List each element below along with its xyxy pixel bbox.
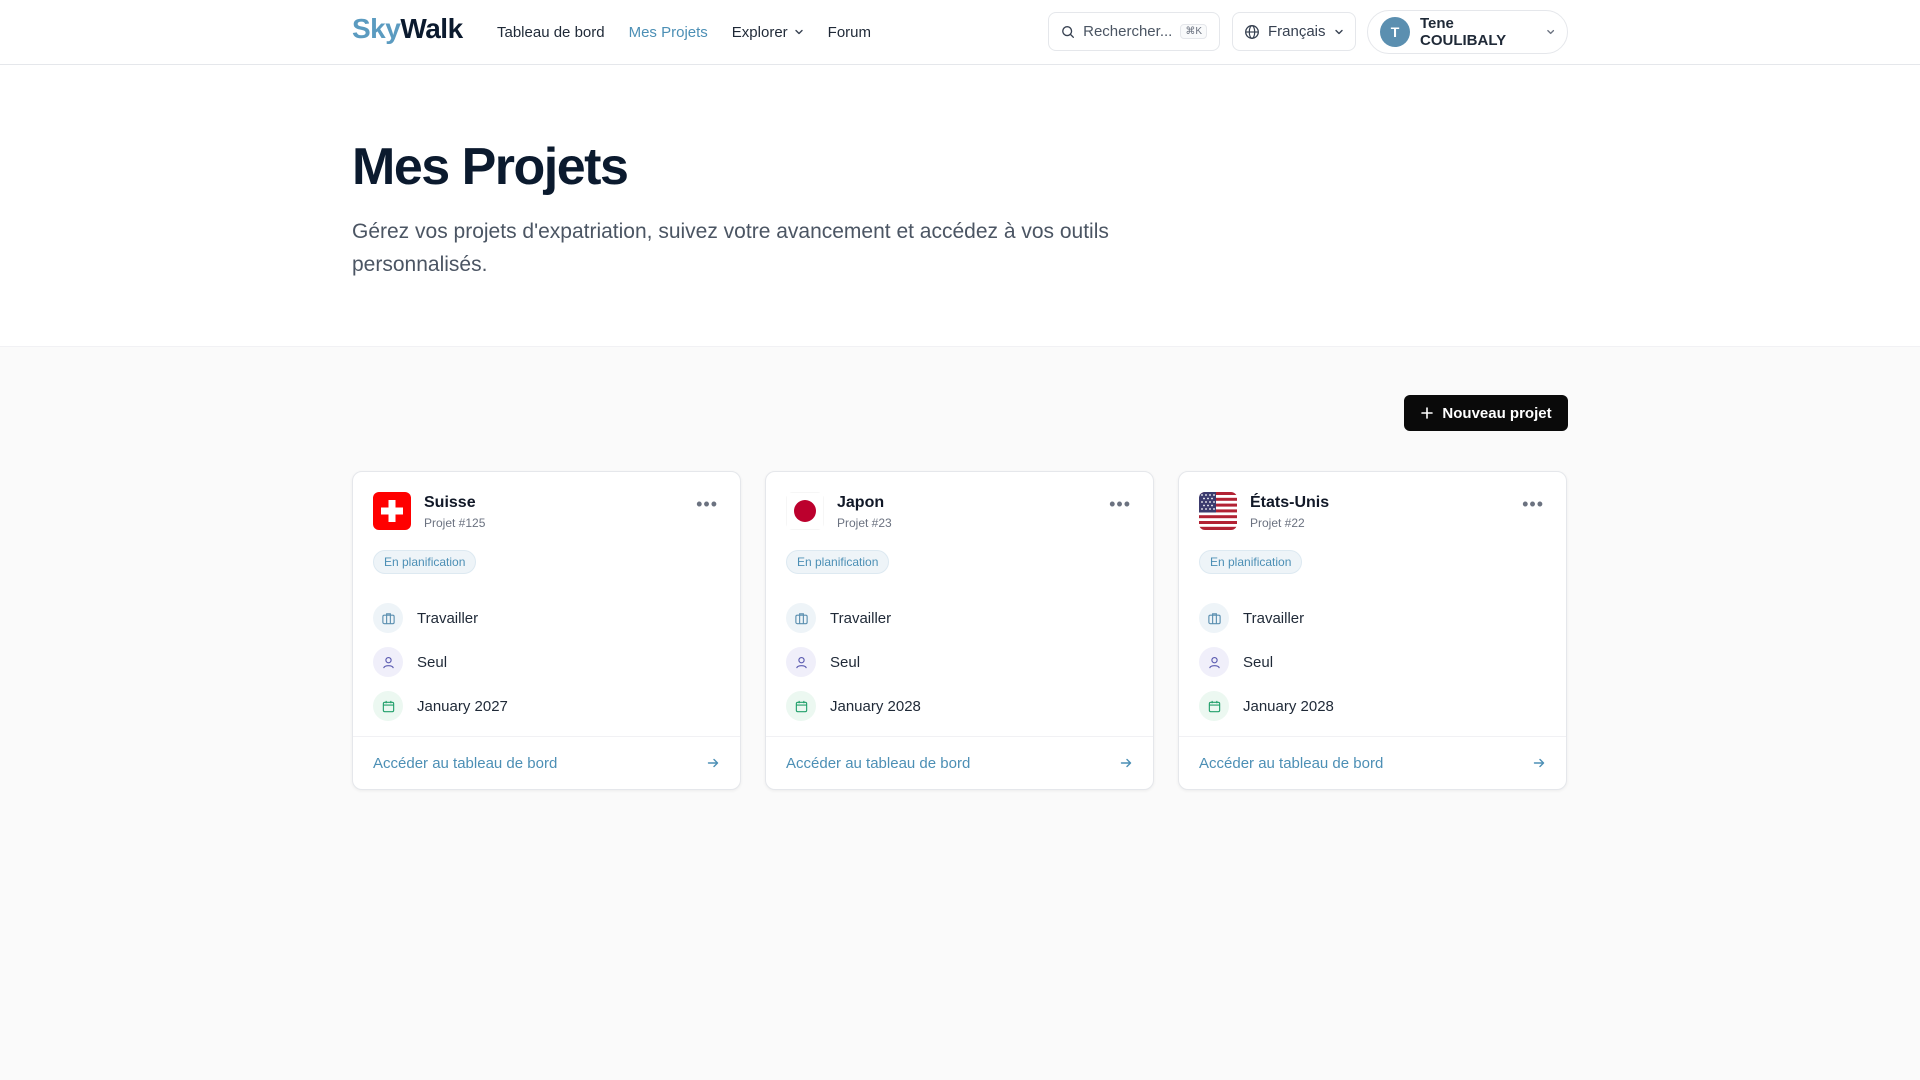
project-details: Travailler Seul January 2028 (786, 596, 921, 728)
user-icon (1199, 647, 1229, 677)
new-project-label: Nouveau projet (1442, 404, 1552, 422)
project-details: Travailler Seul January 2027 (373, 596, 508, 728)
nav-item-dashboard[interactable]: Tableau de bord (497, 24, 605, 41)
user-icon (786, 647, 816, 677)
nav-item-forum[interactable]: Forum (828, 24, 871, 41)
detail-household: Seul (786, 640, 921, 684)
user-menu[interactable]: T Tene COULIBALY (1367, 10, 1568, 54)
status-badge: En planification (786, 550, 890, 574)
project-country: Suisse (424, 494, 476, 511)
dashboard-link-label: Accéder au tableau de bord (373, 754, 558, 772)
detail-date-text: January 2028 (830, 697, 921, 715)
more-options-icon[interactable]: ••• (696, 495, 718, 513)
language-selector[interactable]: Français (1232, 12, 1356, 51)
dashboard-link[interactable]: Accéder au tableau de bord (353, 736, 740, 789)
detail-date: January 2027 (373, 684, 508, 728)
page-subtitle: Gérez vos projets d'expatriation, suivez… (352, 220, 1109, 276)
search-shortcut: ⌘K (1180, 24, 1207, 39)
project-cards: Suisse Projet #125 ••• En planification … (352, 471, 1567, 790)
detail-date-text: January 2027 (417, 697, 508, 715)
switzerland-flag-icon (373, 492, 411, 530)
briefcase-icon (1199, 603, 1229, 633)
new-project-button[interactable]: Nouveau projet (1404, 395, 1568, 431)
projects-section: Nouveau projet Suisse Projet #125 ••• En… (0, 347, 1920, 1080)
skywalk-logo[interactable]: SkyWalk (352, 13, 463, 45)
project-id: Projet #23 (837, 516, 892, 530)
project-card: Japon Projet #23 ••• En planification Tr… (765, 471, 1154, 790)
nav-item-explorer[interactable]: Explorer (732, 24, 804, 41)
main-nav: Tableau de bord Mes Projets Explorer For… (497, 0, 871, 64)
arrow-right-icon (1533, 758, 1545, 768)
briefcase-icon (786, 603, 816, 633)
arrow-right-icon (707, 758, 719, 768)
detail-household-text: Seul (1243, 653, 1274, 671)
detail-purpose: Travailler (1199, 596, 1334, 640)
detail-household-text: Seul (830, 653, 861, 671)
more-options-icon[interactable]: ••• (1522, 495, 1544, 513)
project-id: Projet #125 (424, 516, 486, 530)
dashboard-link-label: Accéder au tableau de bord (1199, 754, 1384, 772)
card-header: États-Unis Projet #22 (1199, 492, 1329, 530)
avatar: T (1380, 17, 1410, 47)
globe-icon (1245, 24, 1259, 39)
project-id: Projet #22 (1250, 516, 1305, 530)
detail-date: January 2028 (786, 684, 921, 728)
chevron-down-icon (794, 29, 803, 35)
status-badge: En planification (373, 550, 477, 574)
project-details: Travailler Seul January 2028 (1199, 596, 1334, 728)
logo-sky: Sky (352, 13, 401, 44)
project-card: Suisse Projet #125 ••• En planification … (352, 471, 741, 790)
project-country: États-Unis (1250, 494, 1330, 511)
page-title: Mes Projets (352, 138, 629, 196)
dashboard-link[interactable]: Accéder au tableau de bord (766, 736, 1153, 789)
usa-flag-icon (1199, 492, 1237, 530)
nav-item-explorer-label: Explorer (731, 23, 788, 41)
calendar-icon (1199, 691, 1229, 721)
detail-household: Seul (1199, 640, 1334, 684)
chevron-down-icon (1546, 29, 1554, 35)
language-label: Français (1268, 23, 1326, 40)
japan-flag-icon (786, 492, 824, 530)
card-header: Japon Projet #23 (786, 492, 892, 530)
card-header: Suisse Projet #125 (373, 492, 485, 530)
user-name: Tene COULIBALY (1420, 15, 1507, 49)
detail-household: Seul (373, 640, 508, 684)
plus-icon (1421, 407, 1434, 419)
calendar-icon (373, 691, 403, 721)
briefcase-icon (373, 603, 403, 633)
logo-walk: Walk (400, 13, 463, 44)
detail-purpose-text: Travailler (830, 609, 892, 627)
page-hero: Mes Projets Gérez vos projets d'expatria… (0, 65, 1920, 347)
calendar-icon (786, 691, 816, 721)
user-icon (373, 647, 403, 677)
nav-item-my-projects[interactable]: Mes Projets (629, 24, 708, 41)
more-options-icon[interactable]: ••• (1109, 495, 1131, 513)
detail-household-text: Seul (417, 653, 448, 671)
arrow-right-icon (1120, 758, 1132, 768)
chevron-down-icon (1335, 29, 1343, 34)
detail-purpose-text: Travailler (1243, 609, 1305, 627)
detail-purpose: Travailler (373, 596, 508, 640)
detail-purpose: Travailler (786, 596, 921, 640)
detail-purpose-text: Travailler (417, 609, 479, 627)
dashboard-link-label: Accéder au tableau de bord (786, 754, 971, 772)
top-navbar: SkyWalk Tableau de bord Mes Projets Expl… (0, 0, 1920, 65)
project-country: Japon (837, 494, 885, 511)
detail-date-text: January 2028 (1243, 697, 1334, 715)
status-badge: En planification (1199, 550, 1303, 574)
search-placeholder: Rechercher... (1083, 23, 1173, 40)
detail-date: January 2028 (1199, 684, 1334, 728)
search-input[interactable]: Rechercher... ⌘K (1048, 12, 1220, 51)
dashboard-link[interactable]: Accéder au tableau de bord (1179, 736, 1566, 789)
search-icon (1062, 25, 1075, 38)
project-card: États-Unis Projet #22 ••• En planificati… (1178, 471, 1567, 790)
